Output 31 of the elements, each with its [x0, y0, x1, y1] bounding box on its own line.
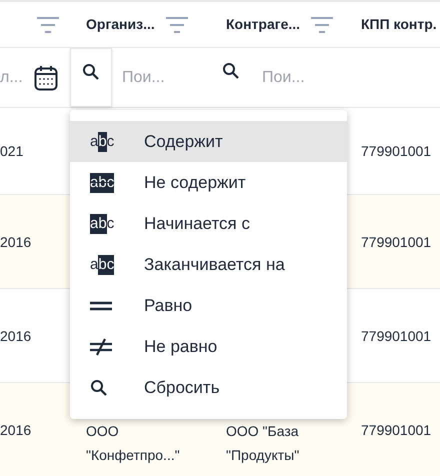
table-cell-text: 779901001: [361, 232, 432, 252]
table-cell-text: 2016: [0, 420, 32, 440]
search-field[interactable]: Пои...: [122, 66, 202, 90]
menu-item[interactable]: abc Заканчивается на: [70, 244, 347, 285]
equals-icon: [90, 300, 112, 310]
search-mode-button[interactable]: [70, 48, 112, 107]
table-cell-text: 779901001: [361, 326, 432, 346]
table-cell-text: 2016: [0, 232, 32, 252]
menu-item[interactable]: Равно: [70, 285, 347, 326]
filter-icon[interactable]: [164, 16, 189, 34]
search-icon: [90, 378, 108, 396]
not-equal-icon: [90, 338, 112, 356]
column-header[interactable]: КПП контр.: [361, 14, 437, 35]
table-cell-text: ООО "Конфетпро...": [86, 422, 181, 465]
search-field[interactable]: Пои...: [262, 66, 342, 90]
table-cell-text: 779901001: [361, 420, 432, 440]
search-icon: [222, 62, 240, 80]
table-cell-text: 2016: [0, 326, 32, 346]
table-cell-text: 779901001: [361, 142, 432, 161]
filter-icon[interactable]: [310, 16, 334, 34]
filter-icon[interactable]: [36, 16, 60, 34]
menu-item[interactable]: Не равно: [70, 326, 347, 367]
menu-item[interactable]: abc Содержит: [70, 121, 347, 162]
calendar-icon[interactable]: [34, 64, 58, 90]
column-header[interactable]: Организ...: [86, 14, 155, 35]
table-cell-text: ООО "База "Продукты": [226, 422, 300, 465]
table-cell-text: 021: [0, 142, 24, 161]
menu-item[interactable]: Сбросить: [70, 367, 347, 408]
menu-item[interactable]: abc Начинается с: [70, 203, 347, 244]
search-icon: [82, 63, 100, 81]
column-header[interactable]: Контраге...: [226, 14, 300, 35]
